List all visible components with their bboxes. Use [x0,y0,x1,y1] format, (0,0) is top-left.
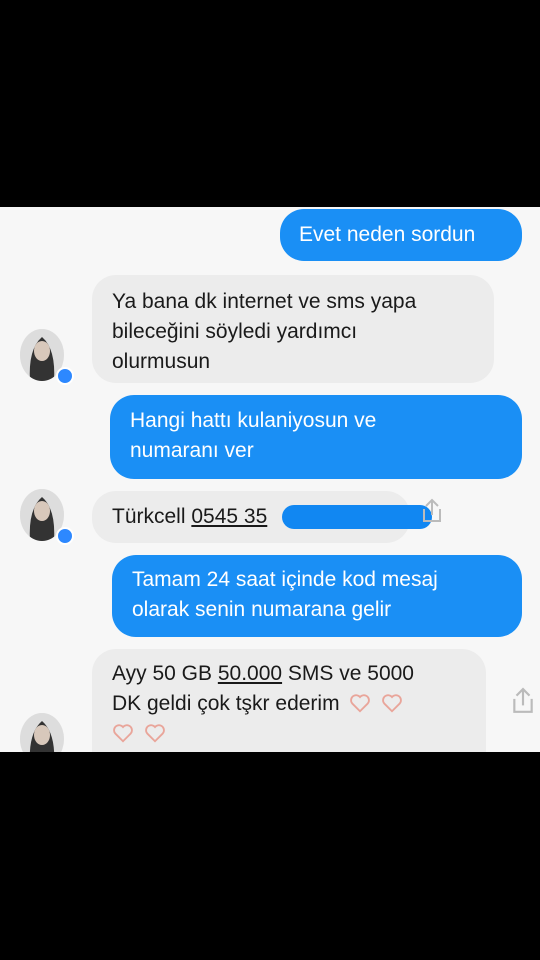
contact-avatar[interactable] [20,713,64,752]
message-line: olurmusun [112,350,211,373]
message-line: Tamam 24 saat içinde kod mesaj [132,568,438,591]
message-line: olarak senin numarana gelir [132,598,392,621]
number-link[interactable]: 50.000 [218,662,282,685]
operator-name: Türkcell [112,505,186,528]
message-text: SMS ve 5000 [282,662,414,685]
share-icon[interactable] [510,685,536,717]
heart-icon [350,694,371,713]
heart-icon [382,694,403,713]
messenger-badge-icon [56,527,74,545]
phone-number-link[interactable]: 0545 35 [191,505,267,528]
sent-message[interactable]: Hangi hattı kulaniyosun ve numaranı ver [110,395,522,479]
received-message[interactable]: Ayy 50 GB 50.000 SMS ve 5000 DK geldi ço… [92,649,486,752]
sent-message[interactable]: Evet neden sordun [280,209,522,261]
share-icon[interactable] [420,497,444,525]
message-line: bileceğini söyledi yardımcı [112,320,358,343]
chat-view: Evet neden sordun Ya bana dk internet ve… [0,207,540,752]
received-message[interactable]: Ya bana dk internet ve sms yapa bileceği… [92,275,494,383]
heart-icon [113,724,133,743]
messenger-badge-icon [56,367,74,385]
message-line: DK geldi çok tşkr ederim [112,689,486,719]
message-line [112,719,486,749]
redaction-mark [282,505,432,529]
sent-message[interactable]: Tamam 24 saat içinde kod mesaj olarak se… [112,555,522,637]
message-text: Ayy 50 GB [112,662,218,685]
avatar-photo [20,713,64,752]
message-line: Hangi hattı kulaniyosun ve [130,409,377,432]
heart-icon [144,724,165,743]
message-line: Ayy 50 GB 50.000 SMS ve 5000 [112,659,486,689]
message-text: Evet neden sordun [299,223,476,246]
message-line: Ya bana dk internet ve sms yapa [112,290,417,313]
message-text: DK geldi çok tşkr ederim [112,692,340,715]
message-line: numaranı ver [130,439,254,462]
